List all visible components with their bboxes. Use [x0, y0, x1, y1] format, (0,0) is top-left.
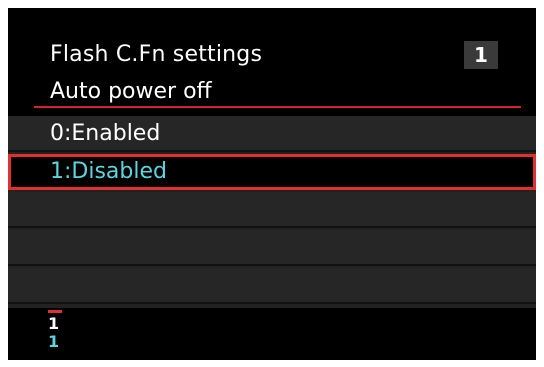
- option-empty-row: [8, 268, 536, 304]
- options-list: 0:Enabled 1:Disabled: [8, 116, 536, 308]
- header-divider: [34, 106, 521, 108]
- option-disabled[interactable]: 1:Disabled: [8, 154, 536, 190]
- option-empty-row: [8, 192, 536, 228]
- value-legend: 1 1: [46, 310, 66, 356]
- selected-value: 1: [48, 332, 60, 351]
- current-value: 1: [48, 314, 60, 333]
- camera-menu-screen: Flash C.Fn settings 1 Auto power off 0:E…: [8, 8, 536, 360]
- option-enabled[interactable]: 0:Enabled: [8, 116, 536, 152]
- setting-name: Auto power off: [50, 79, 212, 104]
- option-empty-row: [8, 230, 536, 266]
- current-setting-marker: [48, 310, 62, 313]
- page-number-badge: 1: [464, 41, 498, 69]
- option-label: 1:Disabled: [50, 159, 167, 184]
- menu-title: Flash C.Fn settings: [50, 42, 263, 67]
- option-label: 0:Enabled: [50, 121, 161, 146]
